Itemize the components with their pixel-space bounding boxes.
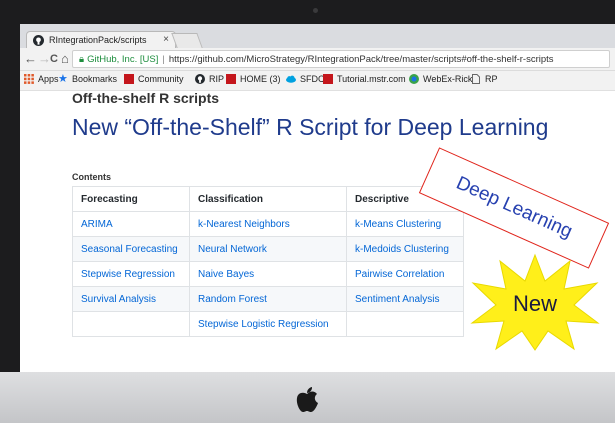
scripts-table: Forecasting Classification Descriptive A… bbox=[72, 186, 464, 337]
script-link[interactable]: Stepwise Regression bbox=[72, 261, 190, 287]
column-header: Classification bbox=[189, 186, 347, 212]
column-header: Forecasting bbox=[72, 186, 190, 212]
table-row: Stepwise Logistic Regression bbox=[72, 311, 464, 337]
bookmark-label: Community bbox=[138, 74, 184, 84]
url-separator: | bbox=[162, 54, 165, 65]
monitor-bezel-top bbox=[0, 0, 615, 24]
cloud-icon bbox=[286, 75, 296, 83]
script-link[interactable]: ARIMA bbox=[72, 211, 190, 237]
bookmark-sfdc[interactable]: SFDC bbox=[286, 74, 325, 84]
browser-toolbar: ← → C ⌂ 🔒︎ GitHub, Inc. [US] | https://gith… bbox=[20, 48, 615, 71]
microstrategy-icon bbox=[124, 74, 134, 84]
script-link[interactable]: k-Nearest Neighbors bbox=[189, 211, 347, 237]
apple-logo-icon bbox=[296, 387, 318, 412]
bookmark-label: Bookmarks bbox=[72, 74, 118, 84]
microstrategy-icon bbox=[323, 74, 333, 84]
script-link[interactable]: Seasonal Forecasting bbox=[72, 236, 190, 262]
bookmark-label: RP bbox=[485, 74, 498, 84]
github-icon bbox=[33, 35, 44, 46]
table-header-row: Forecasting Classification Descriptive bbox=[72, 186, 464, 212]
page-heading: Off-the-shelf R scripts bbox=[72, 90, 220, 106]
back-icon[interactable]: ← bbox=[24, 51, 37, 67]
lock-icon: 🔒︎ bbox=[79, 54, 85, 65]
url-text: https://github.com/MicroStrategy/RIntegr… bbox=[168, 54, 554, 65]
camera-icon bbox=[313, 8, 318, 13]
star-icon: ★ bbox=[58, 73, 68, 85]
script-link[interactable]: k-Medoids Clustering bbox=[346, 236, 464, 262]
bookmark-rp[interactable]: RP bbox=[471, 74, 498, 84]
github-icon bbox=[195, 74, 205, 84]
script-link[interactable]: Pairwise Correlation bbox=[346, 261, 464, 287]
home-icon[interactable]: ⌂ bbox=[61, 51, 69, 67]
script-link[interactable]: Random Forest bbox=[189, 286, 347, 312]
empty-cell bbox=[72, 311, 190, 337]
bookmark-label: Apps bbox=[38, 74, 59, 84]
address-bar[interactable]: 🔒︎ GitHub, Inc. [US] | https://github.com/M… bbox=[72, 50, 610, 68]
contents-label: Contents bbox=[72, 172, 111, 182]
document-icon bbox=[472, 74, 480, 84]
script-link[interactable]: k-Means Clustering bbox=[346, 211, 464, 237]
bookmark-label: Tutorial.mstr.com bbox=[337, 74, 406, 84]
bookmark-label: RIP bbox=[209, 74, 225, 84]
bookmark-apps[interactable]: Apps bbox=[24, 74, 59, 84]
slide-title: New “Off-the-Shelf” R Script for Deep Le… bbox=[72, 114, 549, 140]
bookmark-label: WebEx-Rick bbox=[423, 74, 473, 84]
reload-icon[interactable]: C bbox=[50, 51, 58, 67]
apps-grid-icon bbox=[24, 74, 34, 84]
imac-monitor: RIntegrationPack/scripts × ← → C ⌂ 🔒︎ Git… bbox=[0, 0, 615, 423]
security-label: GitHub, Inc. [US] bbox=[87, 54, 159, 65]
new-tab-button[interactable] bbox=[171, 33, 203, 48]
bookmark-rip[interactable]: RIP bbox=[195, 74, 224, 84]
table-row: Seasonal Forecasting Neural Network k-Me… bbox=[72, 236, 464, 262]
new-label: New bbox=[513, 291, 557, 316]
new-starburst-icon: New bbox=[470, 253, 600, 351]
monitor-bezel-left bbox=[0, 0, 20, 372]
bookmark-home[interactable]: HOME (3) bbox=[226, 74, 281, 84]
tab-close-icon[interactable]: × bbox=[163, 34, 169, 45]
bookmark-community[interactable]: Community bbox=[124, 74, 184, 84]
script-link[interactable]: Survival Analysis bbox=[72, 286, 190, 312]
webex-icon bbox=[409, 74, 419, 84]
bookmark-webex[interactable]: WebEx-Rick bbox=[409, 74, 472, 84]
bookmark-label: HOME (3) bbox=[240, 74, 281, 84]
script-link[interactable]: Stepwise Logistic Regression bbox=[189, 311, 347, 337]
script-link[interactable]: Sentiment Analysis bbox=[346, 286, 464, 312]
bookmark-label: SFDC bbox=[300, 74, 325, 84]
script-link[interactable]: Naive Bayes bbox=[189, 261, 347, 287]
table-row: Stepwise Regression Naive Bayes Pairwise… bbox=[72, 261, 464, 287]
bookmark-bookmarks[interactable]: ★ Bookmarks bbox=[58, 73, 118, 85]
microstrategy-icon bbox=[226, 74, 236, 84]
browser-tab[interactable]: RIntegrationPack/scripts × bbox=[26, 31, 176, 48]
table-row: Survival Analysis Random Forest Sentimen… bbox=[72, 286, 464, 312]
script-link[interactable]: Neural Network bbox=[189, 236, 347, 262]
tab-strip: RIntegrationPack/scripts × bbox=[20, 24, 615, 48]
table-row: ARIMA k-Nearest Neighbors k-Means Cluste… bbox=[72, 211, 464, 237]
bookmark-tutorial[interactable]: Tutorial.mstr.com bbox=[323, 74, 406, 84]
tab-title: RIntegrationPack/scripts bbox=[49, 35, 147, 45]
bookmarks-bar: Apps ★ Bookmarks Community RIP HOME (3) … bbox=[20, 71, 615, 91]
empty-cell bbox=[346, 311, 464, 337]
